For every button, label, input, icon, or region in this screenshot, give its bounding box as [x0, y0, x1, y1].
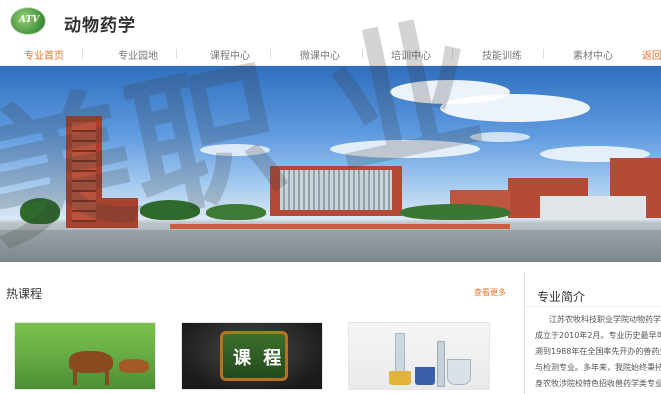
hot-courses-more-link[interactable]: 查看更多	[474, 287, 506, 298]
cow	[69, 351, 113, 373]
intro-divider	[525, 306, 661, 307]
hot-courses-title: 热课程	[6, 287, 43, 301]
course-thumb-course[interactable]: 课 程	[181, 322, 323, 390]
side-building	[102, 198, 138, 228]
course-board-text: 课 程	[233, 348, 285, 369]
cow-leg	[73, 371, 77, 385]
cloud	[200, 144, 270, 156]
nav-separator	[452, 49, 453, 59]
nav-separator	[176, 49, 177, 59]
flowerbed	[170, 224, 510, 229]
building-facade	[280, 170, 392, 210]
plaza	[0, 230, 661, 262]
page: ATV 动物药学 专业首页 专业园地 课程中心 微课中心 培训中心 技能训练 素…	[0, 0, 661, 394]
tree	[400, 204, 510, 220]
cloud	[440, 94, 590, 122]
course-board: 课 程	[220, 331, 288, 381]
tower-windows	[72, 122, 96, 222]
header: ATV 动物药学	[0, 0, 661, 42]
cloud	[470, 132, 530, 142]
nav-item-home[interactable]: 专业首页	[24, 47, 64, 62]
school-logo[interactable]: ATV	[10, 7, 46, 35]
course-thumb-lab[interactable]	[348, 322, 490, 390]
tree	[140, 200, 200, 220]
nav-item-skills[interactable]: 技能训练	[482, 47, 522, 62]
intro-title: 专业简介	[537, 290, 586, 304]
flask	[447, 359, 471, 385]
intro-line: 成立于2010年2月。专业历史最早可	[535, 331, 661, 340]
cow	[119, 359, 149, 373]
intro-panel: 专业简介 江苏农牧科技职业学院动物药学 成立于2010年2月。专业历史最早可 溯…	[524, 272, 661, 394]
logo-text: ATV	[19, 15, 40, 25]
main-nav: 专业首页 专业园地 课程中心 微课中心 培训中心 技能训练 素材中心 返回	[0, 42, 661, 66]
right-building-glass	[540, 196, 646, 220]
cow-leg	[105, 371, 109, 385]
cloud	[330, 140, 480, 158]
nav-separator	[543, 49, 544, 59]
intro-line: 江苏农牧科技职业学院动物药学	[549, 315, 661, 324]
nav-item-training[interactable]: 培训中心	[391, 47, 431, 62]
nav-back-link[interactable]: 返回	[642, 47, 661, 62]
intro-line: 身农牧涉院校特色招收兽药学类专业	[535, 379, 661, 388]
beaker-yellow	[389, 371, 411, 385]
campus-banner	[0, 66, 661, 262]
site-title: 动物药学	[64, 16, 136, 36]
tree	[206, 204, 266, 220]
intro-line: 与检测专业。多年来，我院始终秉持	[535, 363, 661, 372]
nav-separator	[270, 49, 271, 59]
course-thumb-cattle[interactable]	[14, 322, 156, 390]
nav-item-materials[interactable]: 素材中心	[573, 47, 613, 62]
nav-item-microcourse[interactable]: 微课中心	[300, 47, 340, 62]
nav-separator	[362, 49, 363, 59]
nav-separator	[82, 49, 83, 59]
intro-text: 江苏农牧科技职业学院动物药学 成立于2010年2月。专业历史最早可 溯到1988…	[535, 312, 661, 392]
test-tube	[437, 341, 445, 387]
nav-item-garden[interactable]: 专业园地	[118, 47, 158, 62]
intro-line: 溯到1988年在全国率先开办的兽药生	[535, 347, 661, 356]
nav-item-courses[interactable]: 课程中心	[210, 47, 250, 62]
tree	[20, 198, 60, 224]
beaker-blue	[415, 367, 435, 385]
